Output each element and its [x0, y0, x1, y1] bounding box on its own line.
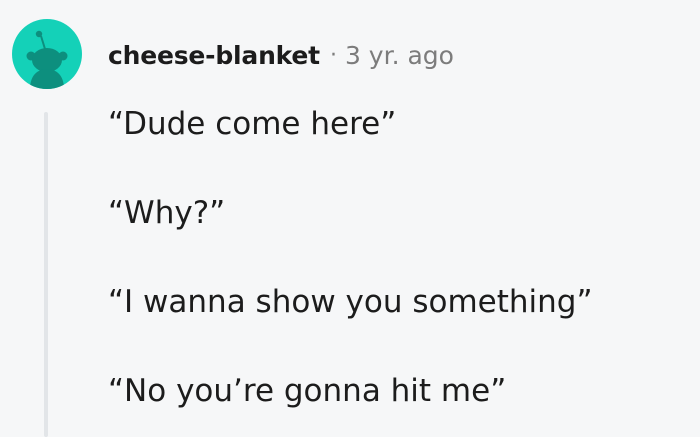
username-link[interactable]: cheese-blanket	[108, 38, 320, 74]
comment-body: “Dude come here” “Why?” “I wanna show yo…	[108, 102, 688, 437]
comment-paragraph: “I wanna show you something”	[108, 284, 593, 320]
comment-paragraph: “Why?”	[108, 195, 226, 231]
meta-separator: ·	[329, 43, 337, 68]
comment-paragraph: “No you’re gonna hit me”	[108, 373, 507, 409]
user-avatar[interactable]	[12, 19, 82, 89]
thread-line[interactable]	[44, 112, 48, 437]
comment-meta: cheese-blanket · 3 yr. ago	[108, 38, 454, 74]
comment-timestamp[interactable]: 3 yr. ago	[345, 38, 454, 74]
snoo-avatar-icon	[26, 30, 68, 89]
comment: cheese-blanket · 3 yr. ago “Dude come he…	[0, 0, 700, 437]
comment-paragraph: “Dude come here”	[108, 106, 397, 142]
